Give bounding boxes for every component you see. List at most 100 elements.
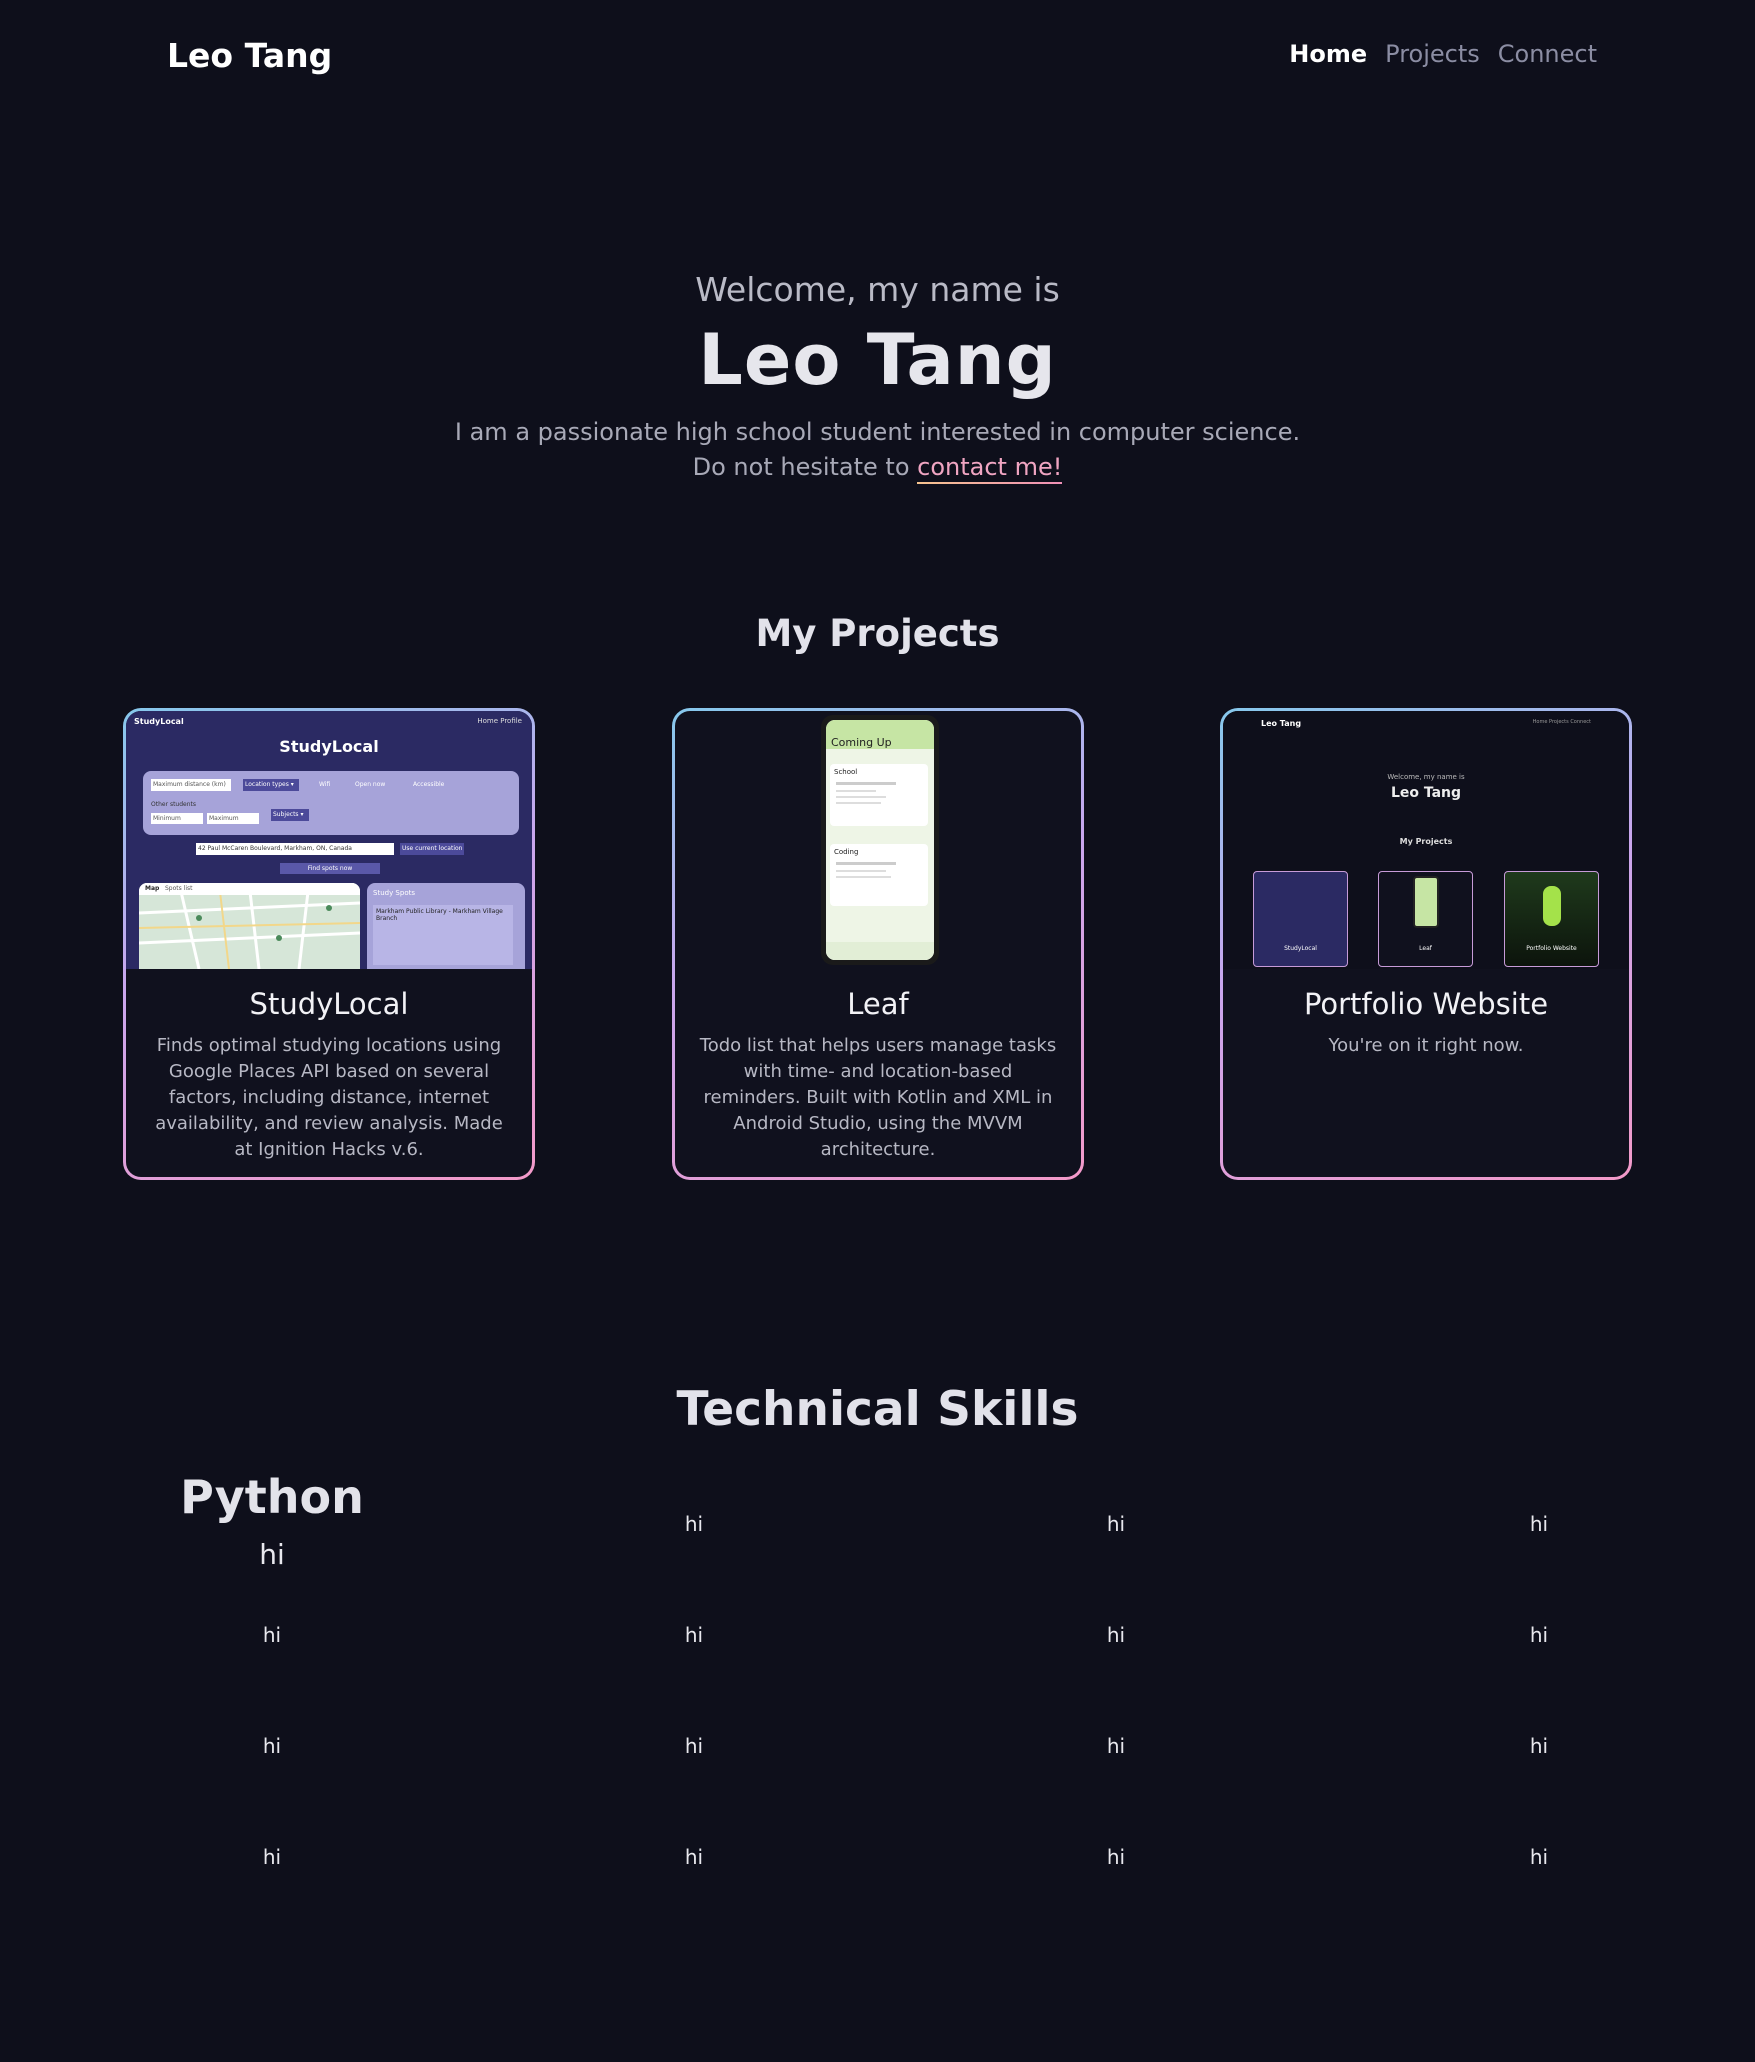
leaf-line	[836, 790, 876, 792]
shot-spots-tab: Spots list	[165, 885, 193, 892]
leaf-group-coding: Coding	[830, 844, 928, 906]
project-card-leaf[interactable]: Coming Up School Coding Leaf Todo list t…	[672, 708, 1084, 1180]
skill-item: hi	[262, 1734, 282, 1758]
shot-open-now: Open now	[355, 781, 386, 788]
leaf-line	[836, 876, 891, 878]
skill-item: hi	[1529, 1623, 1549, 1647]
shot-brand: StudyLocal	[134, 717, 184, 726]
hero-contact-line: Do not hesitate to contact me!	[0, 450, 1755, 485]
project-description: Todo list that helps users manage tasks …	[699, 1035, 1057, 1160]
skill-item: hi	[684, 1512, 704, 1536]
hero-name: Leo Tang	[698, 319, 1057, 401]
phone-screen: Coming Up School Coding	[826, 720, 934, 960]
nav-links: Home Projects Connect	[1289, 40, 1597, 68]
mini-projects: My Projects	[1399, 837, 1453, 846]
shot-maximum: Maximum	[207, 813, 259, 824]
hero-tagline-text: I am a passionate high school student in…	[454, 418, 1301, 446]
mini-card-3: Portfolio Website	[1504, 871, 1599, 967]
mini-card-title: Leaf	[1419, 945, 1432, 952]
project-title: Leaf	[847, 987, 909, 1021]
mini-phone	[1413, 876, 1439, 928]
skill-item: hi	[1529, 1512, 1549, 1536]
project-card-portfolio[interactable]: Leo Tang Home Projects Connect Welcome, …	[1220, 708, 1632, 1180]
shot-map: Map Spots list	[139, 883, 360, 969]
leaf-line	[836, 802, 881, 804]
mini-card-1: StudyLocal	[1253, 871, 1348, 967]
skill-item: hi	[1106, 1734, 1126, 1758]
studylocal-screenshot: StudyLocal Home Profile StudyLocal Maxim…	[126, 711, 532, 969]
skill-python-sub: hi	[259, 1538, 285, 1571]
shot-spots-panel: Study Spots Markham Public Library - Mar…	[367, 883, 525, 969]
leaf-group-label: School	[834, 768, 858, 776]
project-title: StudyLocal	[249, 987, 409, 1021]
brand-logo[interactable]: Leo Tang	[167, 36, 332, 75]
skill-item: hi	[1106, 1623, 1126, 1647]
shot-spots-heading: Study Spots	[373, 889, 415, 897]
nav-link-connect[interactable]: Connect	[1498, 40, 1597, 68]
leaf-line	[836, 782, 896, 785]
project-card-studylocal[interactable]: StudyLocal Home Profile StudyLocal Maxim…	[123, 708, 535, 1180]
shot-accessible: Accessible	[413, 781, 445, 788]
mini-nav: Home Projects Connect	[1532, 719, 1591, 725]
skill-python-title: Python	[180, 1470, 364, 1524]
skill-item: hi	[684, 1734, 704, 1758]
leaf-group-school: School	[830, 764, 928, 826]
shot-wifi: Wifi	[319, 781, 331, 788]
hero-welcome: Welcome, my name is	[695, 270, 1060, 309]
leaf-heading: Coming Up	[831, 736, 892, 749]
shot-minimum: Minimum	[151, 813, 203, 824]
project-card-inner: StudyLocal Home Profile StudyLocal Maxim…	[126, 711, 532, 1177]
leaf-line	[836, 862, 896, 865]
project-title: Portfolio Website	[1303, 987, 1549, 1021]
portfolio-screenshot: Leo Tang Home Projects Connect Welcome, …	[1223, 711, 1629, 969]
shot-nav: Home Profile	[477, 717, 522, 725]
skill-item: hi	[1529, 1845, 1549, 1869]
shot-find-button: Find spots now	[280, 863, 380, 874]
project-description: Finds optimal studying locations using G…	[155, 1035, 503, 1160]
project-card-inner: Leo Tang Home Projects Connect Welcome, …	[1223, 711, 1629, 1177]
hero-contact-prefix: Do not hesitate to	[692, 453, 910, 481]
shot-use-location: Use current location	[400, 843, 464, 855]
shot-heading: StudyLocal	[279, 737, 379, 756]
mini-brand: Leo Tang	[1261, 719, 1302, 728]
shot-other-students: Other students	[151, 801, 197, 808]
skill-item: hi	[262, 1845, 282, 1869]
shot-map-tab: Map	[145, 885, 160, 892]
mini-welcome: Welcome, my name is	[1387, 773, 1465, 781]
top-nav: Leo Tang Home Projects Connect	[0, 0, 1755, 110]
mini-card-title: Portfolio Website	[1526, 945, 1577, 952]
mini-name: Leo Tang	[1390, 785, 1462, 801]
hero-section: Welcome, my name is Leo Tang I am a pass…	[0, 270, 1755, 485]
skill-item: hi	[1529, 1734, 1549, 1758]
leaf-line	[836, 870, 886, 872]
phone-frame: Coming Up School Coding	[821, 715, 939, 965]
contact-me-link[interactable]: contact me!	[917, 453, 1063, 484]
shot-max-distance: Maximum distance (km)	[151, 779, 231, 791]
skill-item: hi	[1106, 1512, 1126, 1536]
hero-tagline: I am a passionate high school student in…	[0, 415, 1755, 485]
leaf-line	[836, 796, 886, 798]
mini-card-title: StudyLocal	[1284, 945, 1317, 952]
shot-address: 42 Paul McCaren Boulevard, Markham, ON, …	[196, 843, 394, 855]
skill-item: hi	[1106, 1845, 1126, 1869]
projects-heading: My Projects	[755, 612, 1000, 655]
shot-subjects: Subjects ▾	[271, 809, 309, 821]
project-card-inner: Coming Up School Coding Leaf Todo list t…	[675, 711, 1081, 1177]
leaf-screenshot: Coming Up School Coding	[675, 711, 1081, 969]
leaf-group-label: Coding	[834, 848, 859, 856]
skill-item: hi	[684, 1623, 704, 1647]
nav-link-projects[interactable]: Projects	[1385, 40, 1480, 68]
mini-figure	[1543, 886, 1561, 926]
nav-link-home[interactable]: Home	[1289, 40, 1367, 68]
skill-item: hi	[684, 1845, 704, 1869]
project-description: You're on it right now.	[1328, 1035, 1524, 1056]
skill-item: hi	[262, 1623, 282, 1647]
mini-card-2: Leaf	[1378, 871, 1473, 967]
skills-heading: Technical Skills	[676, 1382, 1079, 1437]
leaf-bottom-bar	[826, 942, 934, 960]
shot-location-types: Location types ▾	[243, 779, 299, 791]
phone-bg	[826, 720, 934, 960]
map-graphic	[139, 883, 360, 969]
shot-spot-name: Markham Public Library - Markham Village…	[373, 905, 513, 965]
shot-filter-panel: Maximum distance (km) Location types ▾ W…	[143, 771, 519, 835]
